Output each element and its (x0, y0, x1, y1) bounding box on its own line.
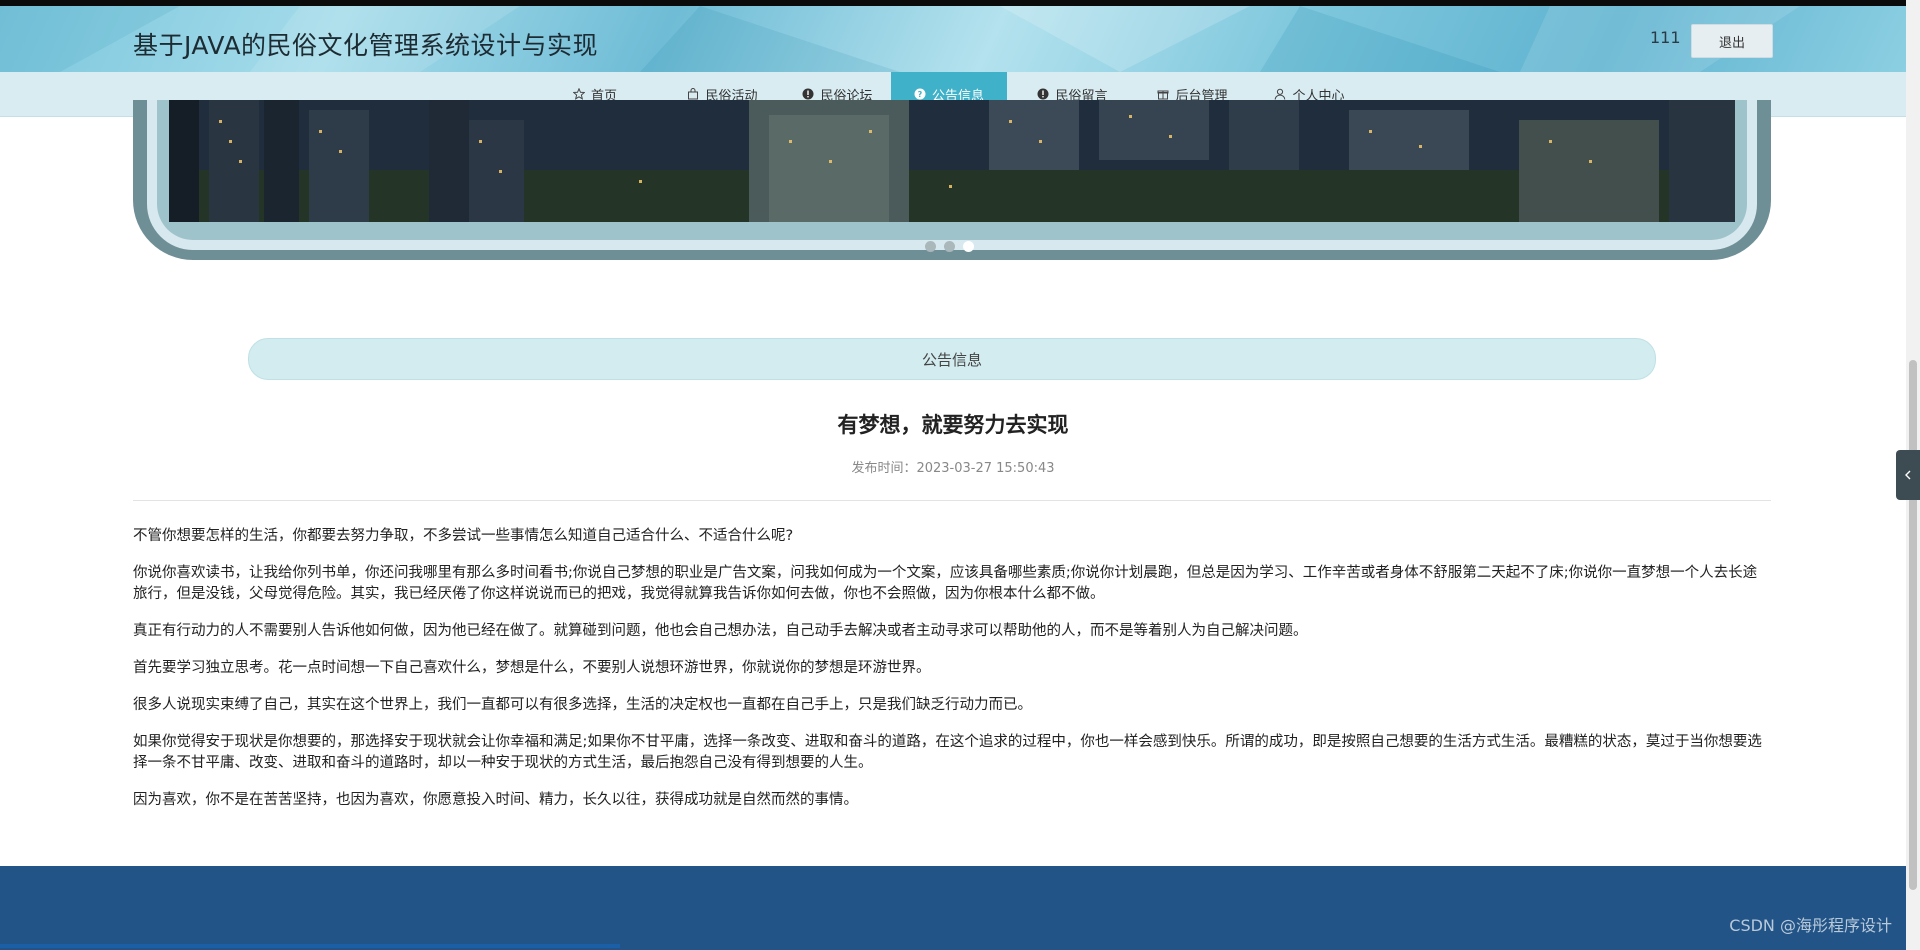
paragraph: 很多人说现实束缚了自己，其实在这个世界上，我们一直都可以有很多选择，生活的决定权… (133, 697, 1032, 713)
top-strip (0, 0, 1920, 6)
bag-icon (688, 88, 699, 100)
paragraph: 不管你想要怎样的生活，你都要去努力争取，不多尝试一些事情怎么知道自己适合什么、不… (133, 528, 794, 544)
info-icon (802, 88, 814, 100)
paragraph: 你说你喜欢读书，让我给你列书单，你还问我哪里有那么多时间看书;你说自己梦想的职业… (133, 565, 1758, 602)
svg-text:?: ? (918, 90, 923, 99)
site-title: 基于JAVA的民俗文化管理系统设计与实现 (133, 31, 599, 60)
loading-progress-bar (0, 944, 620, 948)
chevron-left-icon (1905, 470, 1911, 480)
header: 基于JAVA的民俗文化管理系统设计与实现 111 退出 (0, 6, 1906, 72)
carousel-dots (925, 241, 974, 253)
section-header: 公告信息 (248, 338, 1656, 380)
city-night-illustration (169, 100, 1735, 222)
footer: CSDN @海彤程序设计 (0, 866, 1906, 950)
star-icon (572, 88, 585, 100)
paragraph: 首先要学习独立思考。花一点时间想一下自己喜欢什么，梦想是什么，不要别人说想环游世… (133, 660, 931, 676)
divider (133, 500, 1771, 501)
paragraph: 真正有行动力的人不需要别人告诉他如何做，因为他已经在做了。就算碰到问题，他也会自… (133, 623, 1308, 639)
carousel-dot[interactable] (944, 241, 955, 252)
logout-button[interactable]: 退出 (1691, 24, 1773, 58)
paragraph: 因为喜欢，你不是在苦苦坚持，也因为喜欢，你愿意投入时间、精力，长久以往，获得成功… (133, 792, 858, 808)
username-label[interactable]: 111 (1650, 28, 1681, 47)
carousel-dot[interactable] (925, 241, 936, 252)
side-panel-toggle[interactable] (1896, 450, 1920, 500)
info-icon (1037, 88, 1049, 100)
carousel-dot-active[interactable] (963, 241, 974, 252)
gift-icon (1157, 90, 1169, 100)
page: 基于JAVA的民俗文化管理系统设计与实现 111 退出 首页 民俗活动 民俗论坛… (0, 0, 1906, 950)
watermark: CSDN @海彤程序设计 (1729, 916, 1892, 935)
banner-image[interactable] (169, 100, 1735, 222)
scroll-thumb[interactable] (1909, 360, 1917, 890)
paragraph: 如果你觉得安于现状是你想要的，那选择安于现状就会让你幸福和满足;如果你不甘平庸，… (133, 734, 1762, 771)
question-icon: ? (914, 88, 926, 100)
notice-publish-time: 发布时间：2023-03-27 15:50:43 (851, 461, 1055, 476)
notice-title: 有梦想，就要努力去实现 (837, 413, 1069, 437)
user-icon (1275, 88, 1286, 100)
notice-content: 不管你想要怎样的生活，你都要去努力争取，不多尝试一些事情怎么知道自己适合什么、不… (133, 526, 1771, 827)
